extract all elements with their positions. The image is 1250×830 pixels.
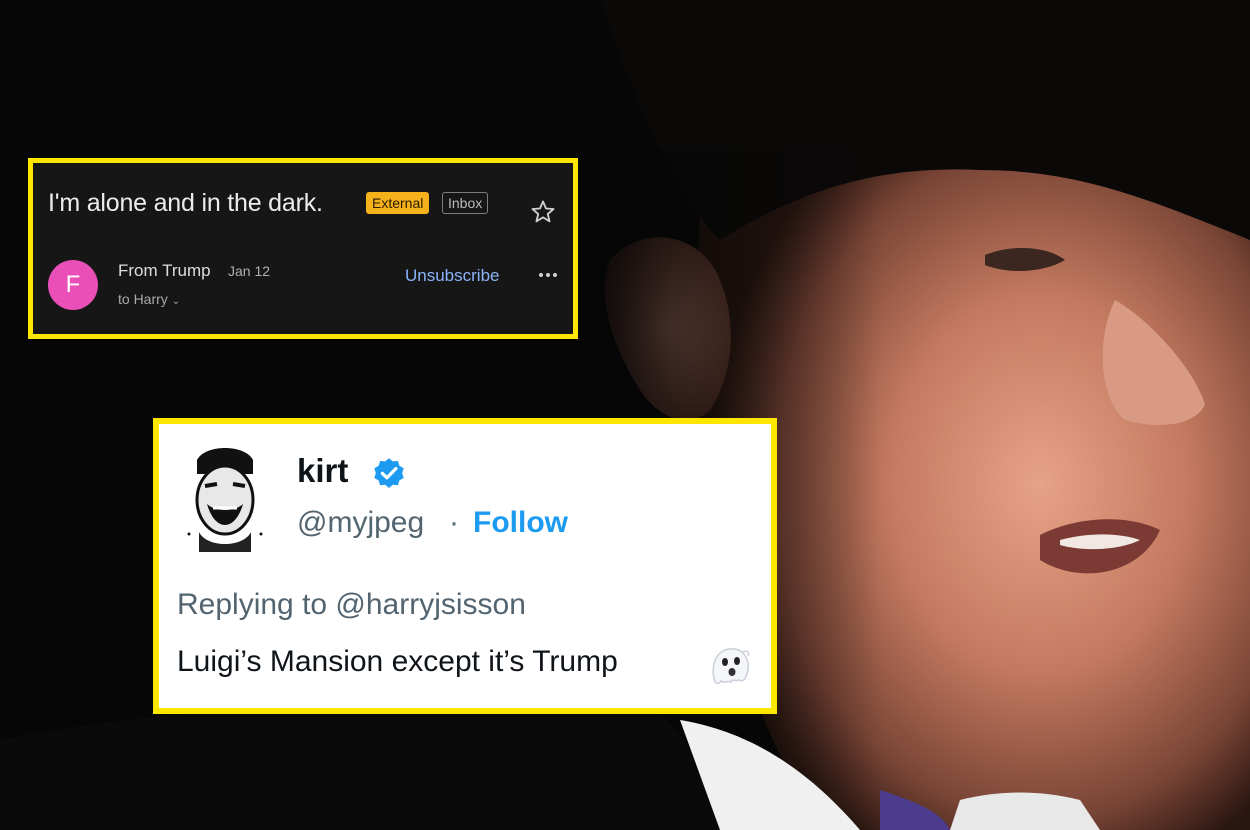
ghost-emoji-icon bbox=[712, 648, 750, 685]
sender-avatar[interactable]: F bbox=[48, 260, 98, 310]
recipient-line[interactable]: to Harry ⌄ bbox=[118, 291, 180, 307]
display-name[interactable]: kirt bbox=[297, 452, 348, 490]
email-date: Jan 12 bbox=[228, 263, 271, 279]
verified-badge-icon bbox=[374, 458, 404, 488]
inbox-label-chip[interactable]: Inbox bbox=[442, 192, 489, 214]
more-options-icon[interactable] bbox=[536, 267, 560, 283]
email-header-card: I'm alone and in the dark. External Inbo… bbox=[28, 158, 578, 339]
external-badge: External bbox=[366, 192, 430, 214]
star-icon[interactable] bbox=[529, 198, 557, 226]
tweet-text: Luigi’s Mansion except it’s Trump bbox=[177, 645, 618, 678]
separator-dot: · bbox=[449, 506, 459, 539]
profile-avatar[interactable] bbox=[183, 442, 267, 564]
unsubscribe-link[interactable]: Unsubscribe bbox=[405, 266, 500, 286]
recipient-text: to Harry bbox=[118, 291, 168, 307]
replying-to-line[interactable]: Replying to @harryjsisson bbox=[177, 588, 526, 622]
sender-name[interactable]: From Trump bbox=[118, 261, 211, 281]
follow-button[interactable]: Follow bbox=[473, 506, 568, 540]
chevron-down-icon[interactable]: ⌄ bbox=[172, 296, 180, 307]
user-handle[interactable]: @myjpeg bbox=[297, 506, 424, 540]
tweet-reply-card: kirt @myjpeg · Follow Replying to @harry… bbox=[153, 418, 777, 714]
email-subject: I'm alone and in the dark. bbox=[48, 189, 323, 217]
